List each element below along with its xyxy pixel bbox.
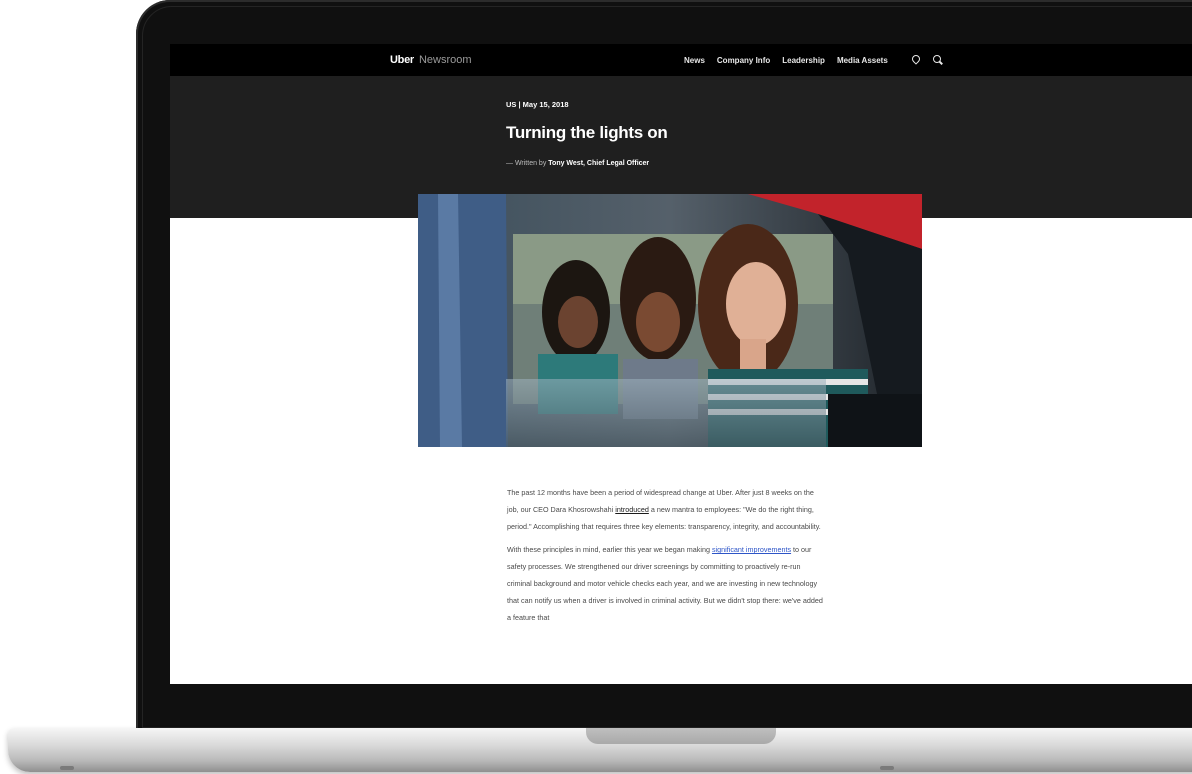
article-paragraph-1: The past 12 months have been a period of…	[507, 484, 825, 535]
laptop-foot-left	[60, 766, 74, 770]
article-body: The past 12 months have been a period of…	[507, 484, 825, 632]
hero-photo	[418, 194, 922, 447]
nav-item-media-assets[interactable]: Media Assets	[837, 56, 888, 65]
nav-item-company-info[interactable]: Company Info	[717, 56, 770, 65]
link-introduced[interactable]: introduced	[615, 505, 649, 514]
paragraph-2-text-end: to our safety processes. We strengthened…	[507, 545, 823, 622]
hero-photo-illustration	[418, 194, 922, 447]
article-title: Turning the lights on	[506, 123, 668, 142]
article-byline: — Written by Tony West, Chief Legal Offi…	[506, 160, 649, 167]
article-paragraph-2: With these principles in mind, earlier t…	[507, 541, 825, 626]
laptop-foot-right	[880, 766, 894, 770]
paragraph-2-text-start: With these principles in mind, earlier t…	[507, 545, 712, 554]
brand-name: Uber	[390, 54, 414, 66]
site-header: Uber Newsroom News Company Info Leadersh…	[170, 44, 1192, 76]
byline-author: Tony West, Chief Legal Officer	[548, 160, 650, 167]
main-nav: News Company Info Leadership Media Asset…	[684, 55, 942, 65]
nav-item-news[interactable]: News	[684, 56, 705, 65]
search-icon[interactable]	[932, 55, 942, 65]
section-name: Newsroom	[418, 54, 472, 66]
laptop-base-notch	[586, 728, 776, 744]
browser-viewport: Uber Newsroom News Company Info Leadersh…	[170, 44, 1192, 684]
link-significant-improvements[interactable]: significant improvements	[712, 545, 791, 554]
byline-prefix: — Written by	[506, 160, 547, 167]
article-dateline: US | May 15, 2018	[506, 100, 569, 109]
location-pin-icon[interactable]	[910, 55, 920, 65]
nav-item-leadership[interactable]: Leadership	[782, 56, 825, 65]
newsroom-logo[interactable]: Uber Newsroom	[390, 54, 472, 66]
